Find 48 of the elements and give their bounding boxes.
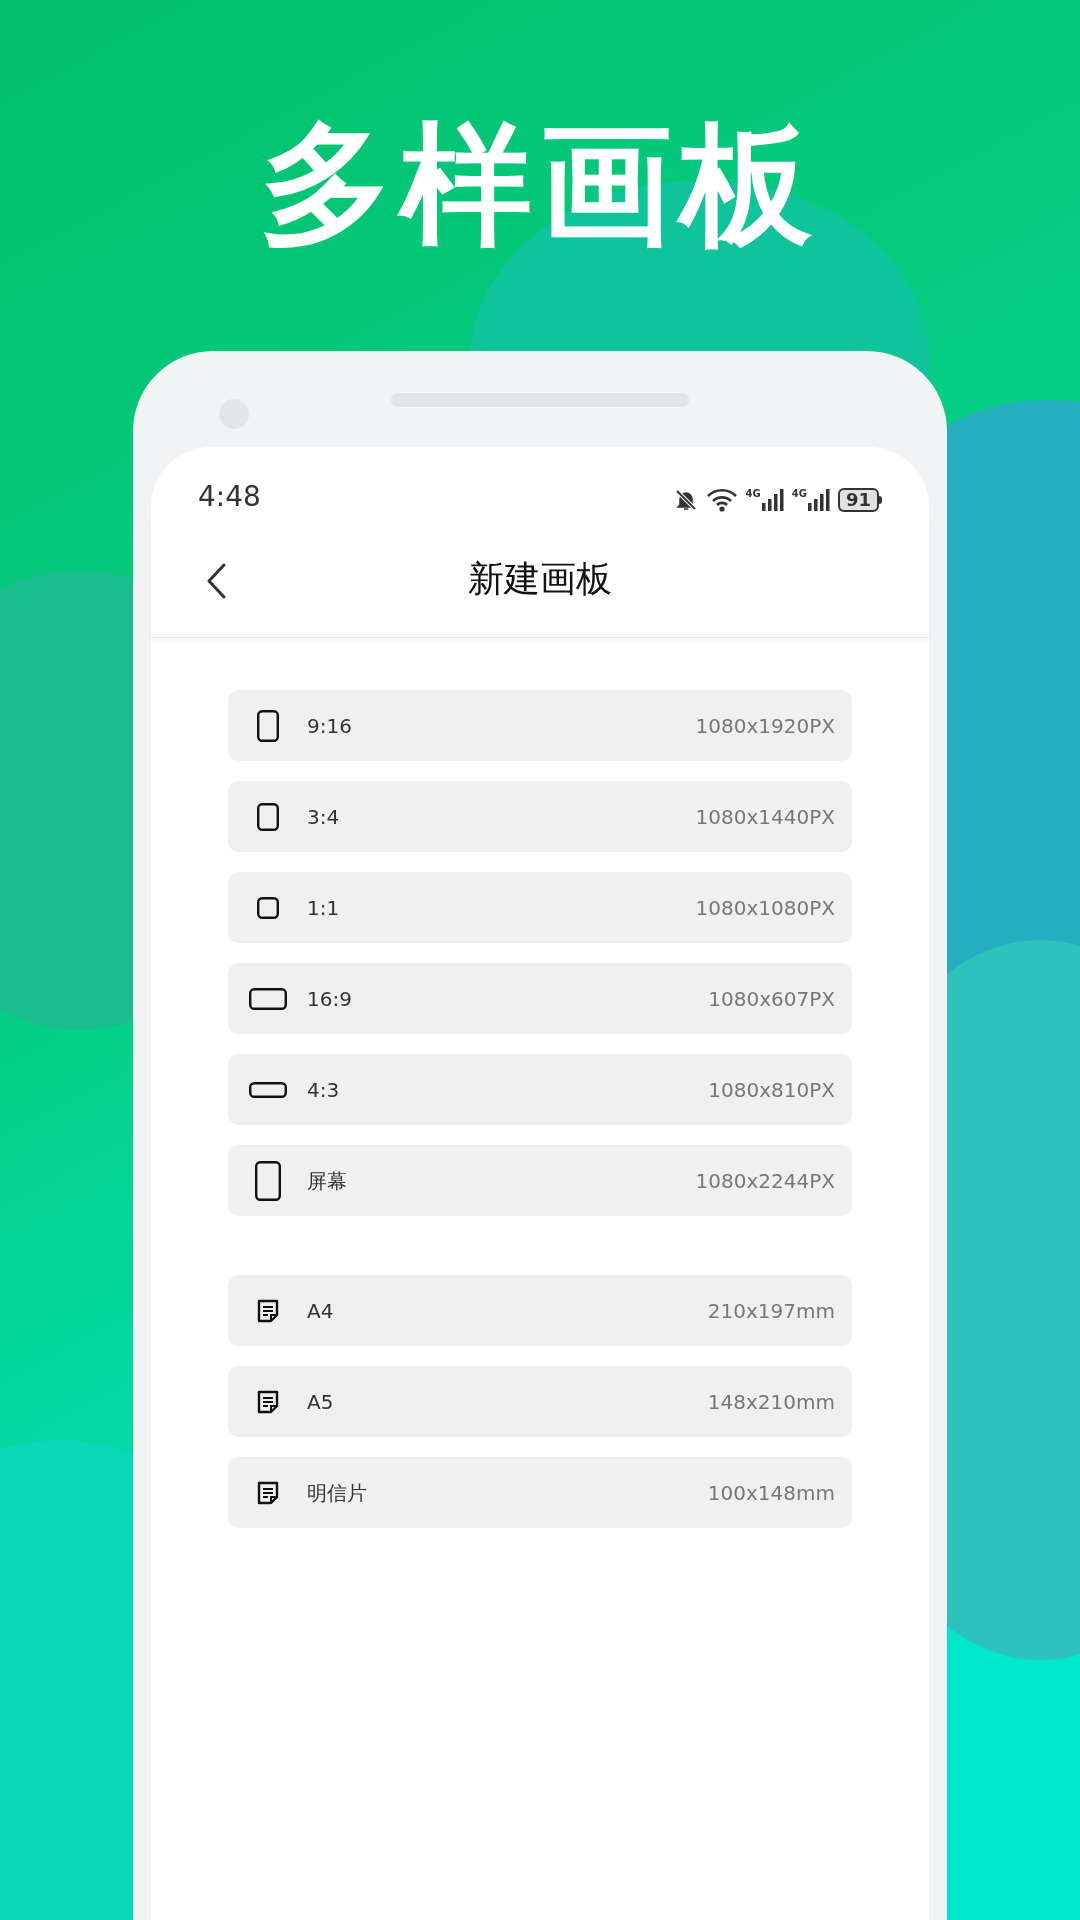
option-size: 1080x1080PX: [695, 894, 835, 922]
rectangle-frame-icon: [257, 802, 279, 831]
option-label: 3:4: [307, 803, 341, 831]
rectangle-frame-icon: [249, 987, 287, 1010]
option-label: A5: [307, 1388, 335, 1416]
document-icon: [257, 1298, 279, 1323]
canvas-size-option[interactable]: 1:1 1080x1080PX: [228, 872, 852, 943]
option-size: 100x148mm: [707, 1479, 835, 1507]
option-label: A4: [307, 1297, 335, 1325]
option-size: 1080x1920PX: [695, 712, 835, 740]
phone-outline-icon: [255, 1160, 281, 1201]
square-frame-icon: [257, 896, 279, 919]
network-label: 4G: [791, 489, 807, 499]
rectangle-frame-icon: [257, 709, 279, 742]
canvas-size-option[interactable]: A5 148x210mm: [228, 1366, 852, 1437]
headline: 多样画板: [260, 118, 820, 250]
network-label: 4G: [745, 489, 761, 499]
canvas-size-option[interactable]: 3:4 1080x1440PX: [228, 781, 852, 852]
wifi-icon: [705, 488, 738, 512]
canvas-size-option[interactable]: 4:3 1080x810PX: [228, 1054, 852, 1125]
option-label: 1:1: [307, 894, 341, 922]
document-icon: [257, 1389, 279, 1414]
option-label: 4:3: [307, 1076, 341, 1104]
battery-level: 91: [837, 488, 879, 512]
status-time: 4:48: [198, 479, 261, 515]
canvas-size-option[interactable]: 屏幕 1080x2244PX: [228, 1145, 852, 1216]
chevron-left-icon: [206, 563, 226, 599]
battery-tip: [879, 496, 882, 504]
option-size: 148x210mm: [707, 1388, 835, 1416]
bell-off-icon: [673, 488, 698, 512]
option-label: 9:16: [307, 712, 353, 740]
signal-icon: [761, 489, 784, 511]
signal-icon: [807, 489, 830, 511]
canvas-size-option[interactable]: 9:16 1080x1920PX: [228, 690, 852, 761]
canvas-size-option[interactable]: 明信片 100x148mm: [228, 1457, 852, 1528]
option-label: 屏幕: [307, 1167, 348, 1195]
page-title: 新建画板: [468, 556, 612, 601]
option-size: 210x197mm: [707, 1297, 835, 1325]
option-size: 1080x810PX: [708, 1076, 835, 1104]
canvas-size-option[interactable]: 16:9 1080x607PX: [228, 963, 852, 1034]
option-label: 明信片: [307, 1479, 368, 1507]
rectangle-frame-icon: [249, 1081, 287, 1098]
document-icon: [257, 1480, 279, 1505]
option-size: 1080x1440PX: [695, 803, 835, 831]
option-size: 1080x607PX: [708, 985, 835, 1013]
option-label: 16:9: [307, 985, 353, 1013]
option-size: 1080x2244PX: [695, 1167, 835, 1195]
canvas-size-option[interactable]: A4 210x197mm: [228, 1275, 852, 1346]
